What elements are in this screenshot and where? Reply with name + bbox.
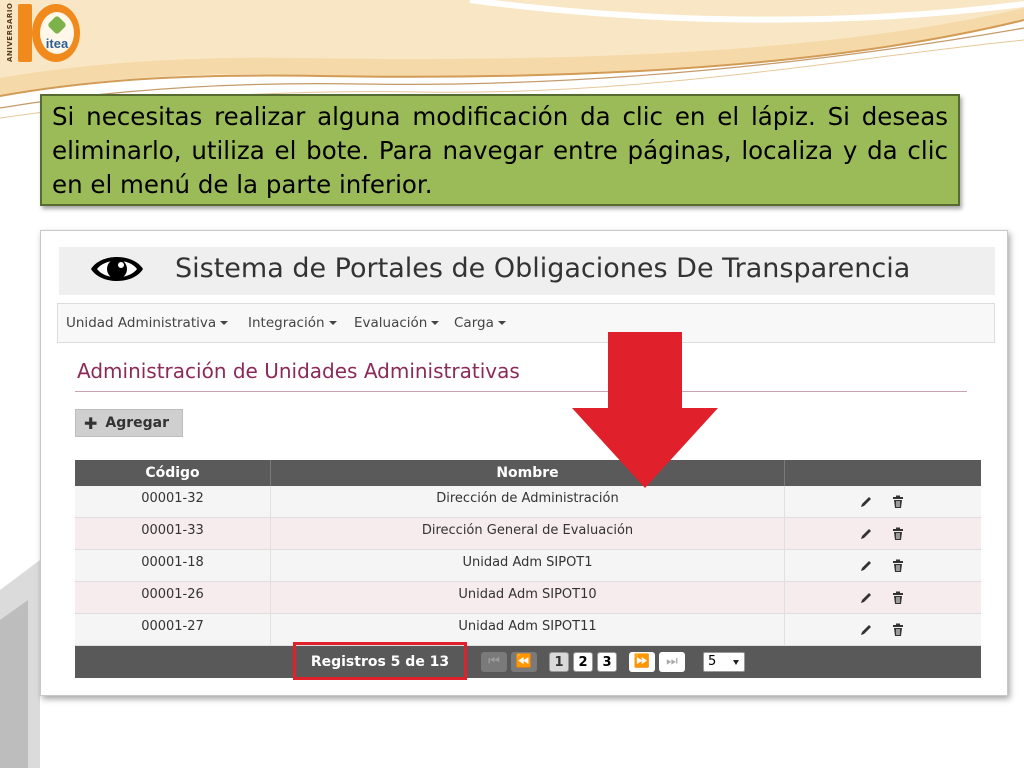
instruction-text: Si necesitas realizar alguna modificació… [52, 102, 948, 199]
caret-down-icon [220, 321, 229, 325]
cell-nombre: Dirección General de Evaluación [271, 518, 785, 550]
previous-page-button[interactable]: ⏪ [511, 652, 537, 672]
cell-codigo: 00001-32 [75, 486, 271, 518]
next-page-button[interactable]: ⏩ [629, 652, 655, 672]
down-arrow-icon [572, 332, 718, 488]
cell-codigo: 00001-18 [75, 550, 271, 582]
cell-codigo: 00001-26 [75, 582, 271, 614]
logo-anniversary-text: ANIVERSARIO [6, 2, 14, 62]
caret-down-icon [497, 321, 506, 325]
instruction-box: Si necesitas realizar alguna modificació… [40, 94, 960, 206]
cell-nombre: Dirección de Administración [271, 486, 785, 518]
nav-evaluacion[interactable]: Evaluación [354, 315, 440, 331]
trash-icon[interactable] [891, 559, 905, 573]
cell-nombre: Unidad Adm SIPOT10 [271, 582, 785, 614]
pencil-icon[interactable] [859, 495, 873, 509]
table-pager: Registros 5 de 13 ⏮ ⏪ 1 2 3 ⏩ ⏭ 5 [75, 646, 981, 678]
pencil-icon[interactable] [859, 527, 873, 541]
nav-integracion[interactable]: Integración [248, 315, 337, 331]
page-button-3[interactable]: 3 [597, 652, 617, 672]
table-row: 00001-32 Dirección de Administración [75, 486, 981, 518]
main-navbar: Unidad Administrativa Integración Evalua… [57, 303, 995, 343]
caret-down-icon [733, 660, 739, 665]
first-page-button[interactable]: ⏮ [481, 652, 507, 672]
nav-carga[interactable]: Carga [454, 315, 506, 331]
column-header-codigo[interactable]: Código [75, 460, 271, 486]
cell-nombre: Unidad Adm SIPOT1 [271, 550, 785, 582]
caret-down-icon [431, 321, 440, 325]
app-title: Sistema de Portales de Obligaciones De T… [175, 253, 911, 284]
nav-unidad-administrativa[interactable]: Unidad Administrativa [66, 315, 229, 331]
trash-icon[interactable] [891, 623, 905, 637]
trash-icon[interactable] [891, 527, 905, 541]
table-row: 00001-18 Unidad Adm SIPOT1 [75, 550, 981, 582]
table-row: 00001-27 Unidad Adm SIPOT11 [75, 614, 981, 646]
pencil-icon[interactable] [859, 623, 873, 637]
section-title: Administración de Unidades Administrativ… [77, 359, 520, 383]
section-divider [75, 391, 967, 392]
pencil-icon[interactable] [859, 591, 873, 605]
page-size-select[interactable]: 5 [703, 652, 745, 672]
plus-icon: ✚ [84, 413, 98, 433]
app-screenshot-panel: Sistema de Portales de Obligaciones De T… [40, 230, 1008, 696]
table-header-row: Código Nombre [75, 460, 981, 486]
table-row: 00001-33 Dirección General de Evaluación [75, 518, 981, 550]
add-button-label: Agregar [105, 415, 170, 431]
trash-icon[interactable] [891, 591, 905, 605]
last-page-button[interactable]: ⏭ [659, 652, 685, 672]
app-header: Sistema de Portales de Obligaciones De T… [59, 247, 995, 295]
table-row: 00001-26 Unidad Adm SIPOT10 [75, 582, 981, 614]
page-button-1[interactable]: 1 [549, 652, 569, 672]
eye-icon [91, 257, 143, 281]
column-header-actions [785, 460, 981, 486]
cell-codigo: 00001-27 [75, 614, 271, 646]
caret-down-icon [328, 321, 337, 325]
page-button-2[interactable]: 2 [573, 652, 593, 672]
logo-text: itea [45, 36, 69, 51]
trash-icon[interactable] [891, 495, 905, 509]
records-highlight-box [293, 642, 467, 680]
pencil-icon[interactable] [859, 559, 873, 573]
cell-codigo: 00001-33 [75, 518, 271, 550]
page-size-value: 5 [708, 654, 717, 669]
add-button[interactable]: ✚ Agregar [75, 409, 183, 437]
units-table: Código Nombre 00001-32 Dirección de Admi… [75, 460, 981, 678]
itea-logo: ANIVERSARIO itea [4, 2, 80, 66]
